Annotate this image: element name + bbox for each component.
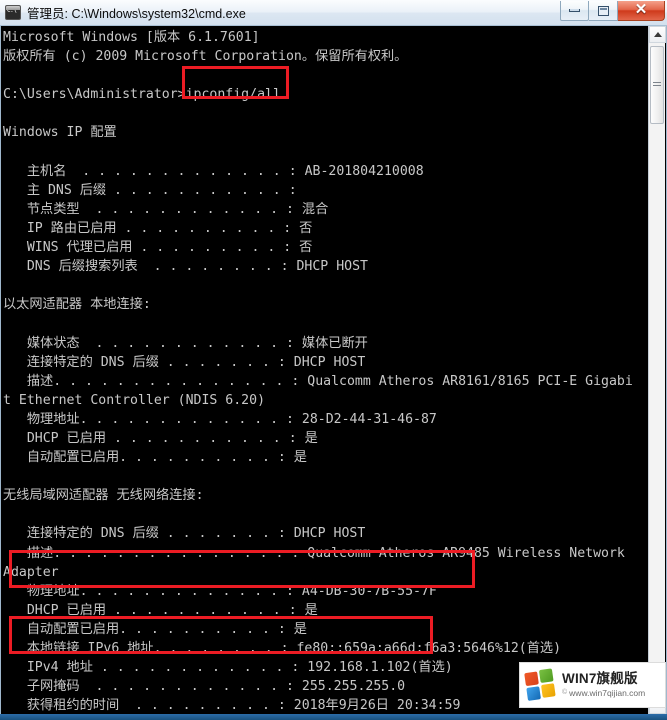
window-controls: ✕ [560,1,665,21]
scrollbar-thumb[interactable] [650,46,664,124]
console-output-text: Microsoft Windows [版本 6.1.7601] 版权所有 (c)… [3,30,633,714]
minimize-button[interactable] [560,1,589,21]
logo-pane-red [524,671,539,687]
close-button[interactable]: ✕ [618,1,665,21]
logo-pane-green [538,668,554,684]
taskbar[interactable] [0,714,667,720]
logo-pane-blue [526,686,541,701]
window-title: 管理员: C:\Windows\system32\cmd.exe [27,7,246,21]
watermark-text-group: WIN7旗舰版 © www.win7qijian.com [562,671,645,699]
minimize-icon [569,9,580,12]
maximize-button[interactable] [589,1,618,21]
watermark-badge: WIN7旗舰版 © www.win7qijian.com [519,662,666,708]
console-scrollbar[interactable] [648,26,666,714]
watermark-url: www.win7qijian.com [569,688,646,698]
chevron-up-icon [653,32,662,37]
logo-pane-yellow [541,683,556,698]
scrollbar-grip-icon [653,82,661,88]
maximize-icon [597,5,609,16]
console-area[interactable]: Microsoft Windows [版本 6.1.7601] 版权所有 (c)… [0,26,667,714]
console-output-pane[interactable]: Microsoft Windows [版本 6.1.7601] 版权所有 (c)… [1,26,635,714]
copyright-icon: © [562,689,568,696]
title-bar[interactable]: 管理员: C:\Windows\system32\cmd.exe ✕ [0,0,667,26]
scrollbar-track[interactable] [649,43,665,697]
command-prompt-window: 管理员: C:\Windows\system32\cmd.exe ✕ Micro… [0,0,667,714]
watermark-title: WIN7旗舰版 [562,671,638,686]
cmd-icon [5,5,21,20]
scroll-up-button[interactable] [649,26,666,43]
watermark-subtitle: © www.win7qijian.com [562,687,645,699]
windows-logo-icon [524,668,558,702]
close-icon: ✕ [634,2,648,18]
